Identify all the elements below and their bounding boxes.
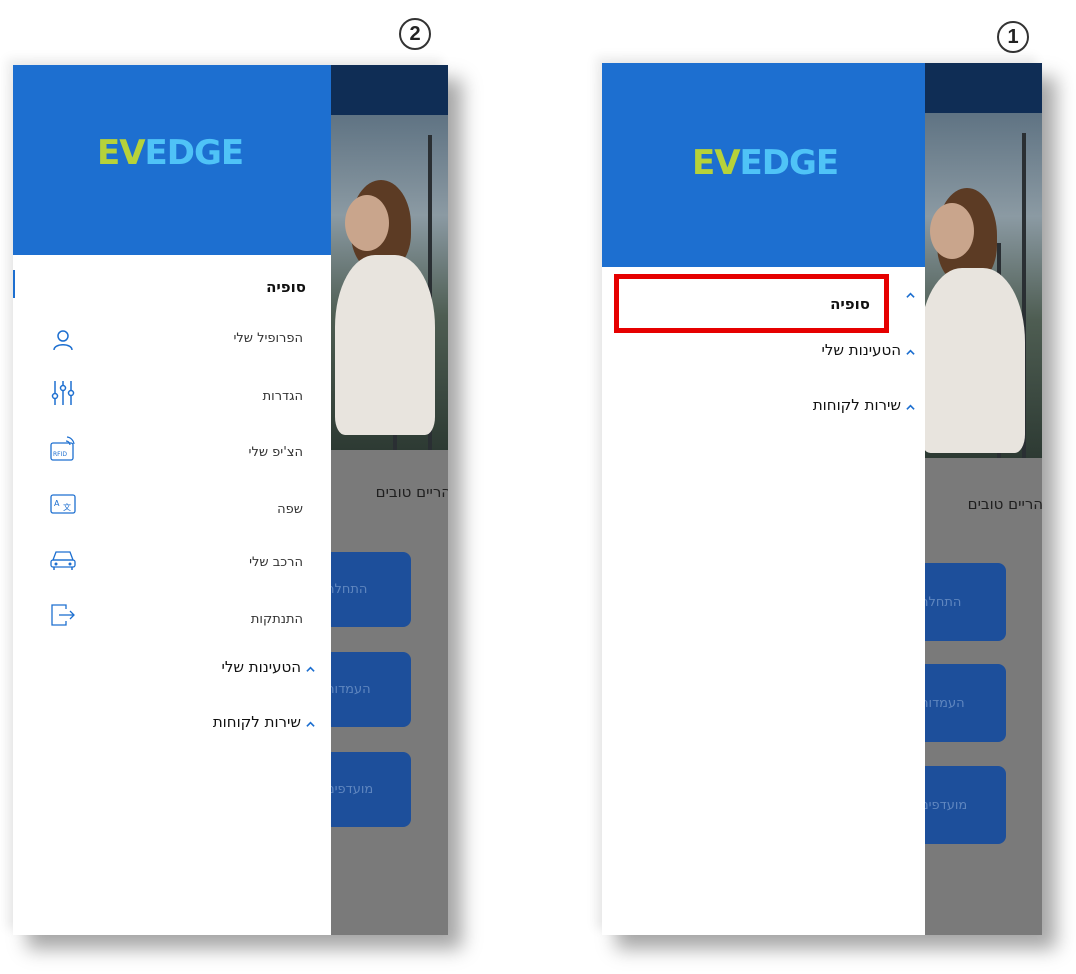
menu-item-language[interactable]: A 文 שפה [13,485,331,525]
section-label-my-charges: הטעינות שלי [821,341,902,359]
menu-label-vehicle: הרכב שלי [249,555,303,570]
section-customer-service[interactable]: שירות לקוחות [13,710,331,740]
side-drawer: EVEDGE סופיה הפרופיל שלי הגדרות RFID הצ'… [13,65,331,935]
greeting-text: צהריים טובים [967,495,1042,513]
chevron-up-icon [306,721,315,727]
bg-button-stations: העמדות [318,652,411,727]
bg-button-start: התחלה [912,563,1006,641]
section-my-charges[interactable]: הטעינות שלי [602,338,925,368]
evedge-logo: EVEDGE [97,133,244,173]
section-customer-service[interactable]: שירות לקוחות [602,393,925,423]
bg-button-favorites: מועדפים [318,752,411,827]
svg-text:RFID: RFID [53,451,67,458]
chevron-up-icon [306,666,315,672]
step-badge-1: 1 [997,21,1029,53]
menu-label-language: שפה [277,502,303,517]
user-icon [53,330,73,351]
phone-screen-expanded: צהריים טובים התחלה העמדות מועדפים EVEDGE… [13,65,448,935]
menu-item-profile[interactable]: הפרופיל שלי [13,320,331,360]
bg-button-favorites: מועדפים [912,766,1006,844]
side-drawer: EVEDGE סופיה הטעינות שלי שירות לקוחות [602,63,925,935]
menu-item-logout[interactable]: התנתקות [13,595,331,635]
svg-text:A: A [54,499,60,508]
translate-icon: A 文 [50,494,76,514]
menu-label-chip: הצ'יפ שלי [248,445,303,460]
chevron-up-icon [906,349,915,355]
car-icon [50,551,76,570]
bg-button-start: התחלה [318,552,411,627]
user-name-header[interactable]: סופיה [266,278,306,296]
chevron-up-icon [906,292,915,298]
menu-label-logout: התנתקות [250,612,303,627]
section-my-charges[interactable]: הטעינות שלי [13,655,331,685]
menu-item-chip[interactable]: RFID הצ'יפ שלי [13,430,331,470]
menu-item-vehicle[interactable]: הרכב שלי [13,540,331,580]
section-label-customer-service: שירות לקוחות [812,396,901,414]
section-label-my-charges: הטעינות שלי [221,658,302,676]
logout-icon [51,604,75,626]
rfid-card-icon: RFID [50,436,75,461]
user-name-row[interactable]: סופיה [602,285,925,315]
svg-text:文: 文 [63,502,71,512]
menu-item-settings[interactable]: הגדרות [13,374,331,414]
user-name-header: סופיה [830,295,870,313]
scroll-indicator [13,270,15,298]
menu-label-profile: הפרופיל שלי [233,331,303,346]
chevron-up-icon [906,404,915,410]
sliders-icon [51,381,75,405]
greeting-text: צהריים טובים [375,483,448,501]
menu-label-settings: הגדרות [262,389,303,404]
drawer-header: EVEDGE [602,63,925,267]
phone-screen-collapsed: צהריים טובים התחלה העמדות מועדפים EVEDGE… [602,63,1042,935]
step-badge-2: 2 [399,18,431,50]
drawer-header: EVEDGE [13,65,331,255]
evedge-logo: EVEDGE [692,143,839,183]
bg-button-stations: העמדות [912,664,1006,742]
section-label-customer-service: שירות לקוחות [212,713,301,731]
